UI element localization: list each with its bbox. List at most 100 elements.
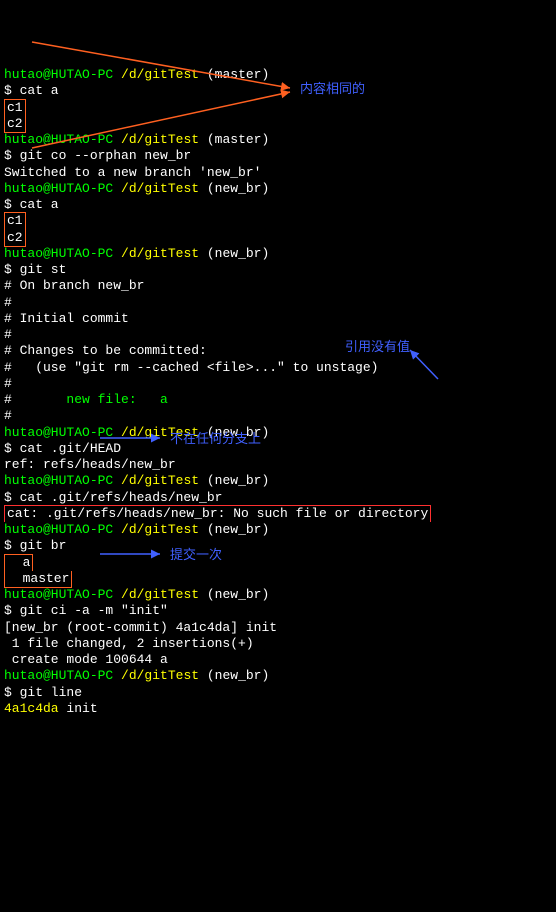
text-segment: c1: [7, 213, 23, 228]
terminal-line: # (use "git rm --cached <file>..." to un…: [4, 360, 552, 376]
text-segment: hutao@HUTAO-PC: [4, 67, 121, 82]
text-segment: $ cat .git/HEAD: [4, 441, 121, 456]
text-segment: /d/gitTest: [121, 181, 207, 196]
text-segment: [new_br (root-commit) 4a1c4da] init: [4, 620, 277, 635]
terminal-line: hutao@HUTAO-PC /d/gitTest (new_br): [4, 587, 552, 603]
terminal-line: # Changes to be committed:: [4, 343, 552, 359]
text-segment: /d/gitTest: [121, 67, 207, 82]
terminal-line: $ git br: [4, 538, 552, 554]
text-segment: Switched to a new branch 'new_br': [4, 165, 261, 180]
terminal-line: hutao@HUTAO-PC /d/gitTest (master): [4, 67, 552, 83]
terminal-line: $ git st: [4, 262, 552, 278]
terminal-line: #: [4, 408, 552, 424]
terminal-line: hutao@HUTAO-PC /d/gitTest (new_br): [4, 246, 552, 262]
text-segment: # Changes to be committed:: [4, 343, 207, 358]
text-segment: /d/gitTest: [121, 246, 207, 261]
text-segment: $ cat a: [4, 83, 59, 98]
text-segment: $ cat a: [4, 197, 59, 212]
text-segment: $ git line: [4, 685, 82, 700]
terminal-line: hutao@HUTAO-PC /d/gitTest (new_br): [4, 181, 552, 197]
text-segment: ref: refs/heads/new_br: [4, 457, 176, 472]
terminal-line: Switched to a new branch 'new_br': [4, 165, 552, 181]
terminal-line: master: [4, 571, 552, 587]
text-segment: hutao@HUTAO-PC: [4, 668, 121, 683]
highlight-box: cat: .git/refs/heads/new_br: No such fil…: [4, 505, 431, 522]
text-segment: master: [7, 571, 69, 586]
terminal-line: #: [4, 295, 552, 311]
highlight-box: c1: [4, 212, 26, 229]
terminal-output: hutao@HUTAO-PC /d/gitTest (master)$ cat …: [4, 67, 552, 717]
terminal-line: # new file: a: [4, 392, 552, 408]
highlight-box: c1: [4, 99, 26, 116]
text-segment: hutao@HUTAO-PC: [4, 587, 121, 602]
text-segment: create mode 100644 a: [4, 652, 168, 667]
text-segment: 1 file changed, 2 insertions(+): [4, 636, 254, 651]
text-segment: c2: [7, 230, 23, 245]
terminal-line: 1 file changed, 2 insertions(+): [4, 636, 552, 652]
terminal-line: c2: [4, 230, 552, 246]
annotation-same-content: 内容相同的: [300, 82, 365, 98]
terminal-line: create mode 100644 a: [4, 652, 552, 668]
text-segment: (new_br): [207, 522, 269, 537]
text-segment: /d/gitTest: [121, 473, 207, 488]
terminal-line: # Initial commit: [4, 311, 552, 327]
text-segment: # (use "git rm --cached <file>..." to un…: [4, 360, 378, 375]
terminal-line: hutao@HUTAO-PC /d/gitTest (master): [4, 132, 552, 148]
text-segment: /d/gitTest: [121, 668, 207, 683]
terminal-line: $ git ci -a -m "init": [4, 603, 552, 619]
terminal-line: $ git co --orphan new_br: [4, 148, 552, 164]
terminal-line: 4a1c4da init: [4, 701, 552, 717]
text-segment: hutao@HUTAO-PC: [4, 181, 121, 196]
text-segment: hutao@HUTAO-PC: [4, 132, 121, 147]
text-segment: a: [7, 555, 30, 570]
text-segment: (new_br): [207, 587, 269, 602]
highlight-box: c2: [4, 116, 26, 133]
text-segment: # Initial commit: [4, 311, 129, 326]
terminal-line: hutao@HUTAO-PC /d/gitTest (new_br): [4, 668, 552, 684]
terminal-line: #: [4, 327, 552, 343]
terminal-line: $ cat a: [4, 83, 552, 99]
text-segment: hutao@HUTAO-PC: [4, 473, 121, 488]
text-segment: $ git ci -a -m "init": [4, 603, 168, 618]
text-segment: /d/gitTest: [121, 522, 207, 537]
text-segment: c2: [7, 116, 23, 131]
text-segment: $ git br: [4, 538, 66, 553]
terminal-line: c2: [4, 116, 552, 132]
text-segment: (new_br): [207, 668, 269, 683]
text-segment: #: [4, 295, 12, 310]
text-segment: c1: [7, 100, 23, 115]
text-segment: #: [4, 376, 12, 391]
text-segment: # On branch new_br: [4, 278, 144, 293]
terminal-line: #: [4, 376, 552, 392]
terminal-line: c1: [4, 100, 552, 116]
text-segment: (new_br): [207, 246, 269, 261]
terminal-line: hutao@HUTAO-PC /d/gitTest (new_br): [4, 425, 552, 441]
text-segment: new file: a: [66, 392, 167, 407]
terminal-line: $ cat a: [4, 197, 552, 213]
highlight-box: master: [4, 571, 72, 588]
terminal-line: $ git line: [4, 685, 552, 701]
text-segment: hutao@HUTAO-PC: [4, 425, 121, 440]
terminal-line: $ cat .git/refs/heads/new_br: [4, 490, 552, 506]
text-segment: (new_br): [207, 473, 269, 488]
terminal-line: hutao@HUTAO-PC /d/gitTest (new_br): [4, 473, 552, 489]
text-segment: /d/gitTest: [121, 587, 207, 602]
text-segment: (new_br): [207, 181, 269, 196]
terminal-line: # On branch new_br: [4, 278, 552, 294]
text-segment: hutao@HUTAO-PC: [4, 522, 121, 537]
text-segment: #: [4, 392, 66, 407]
terminal-line: hutao@HUTAO-PC /d/gitTest (new_br): [4, 522, 552, 538]
text-segment: #: [4, 327, 12, 342]
text-segment: hutao@HUTAO-PC: [4, 246, 121, 261]
text-segment: cat: .git/refs/heads/new_br: No such fil…: [7, 506, 428, 521]
annotation-not-on-branch: 不在任何分支上: [170, 432, 261, 448]
terminal-line: cat: .git/refs/heads/new_br: No such fil…: [4, 506, 552, 522]
text-segment: $ git st: [4, 262, 66, 277]
text-segment: $ cat .git/refs/heads/new_br: [4, 490, 222, 505]
terminal-line: [new_br (root-commit) 4a1c4da] init: [4, 620, 552, 636]
terminal-line: ref: refs/heads/new_br: [4, 457, 552, 473]
text-segment: (master): [207, 67, 269, 82]
terminal-line: $ cat .git/HEAD: [4, 441, 552, 457]
annotation-ref-no-value: 引用没有值: [345, 340, 410, 356]
text-segment: 4a1c4da: [4, 701, 66, 716]
